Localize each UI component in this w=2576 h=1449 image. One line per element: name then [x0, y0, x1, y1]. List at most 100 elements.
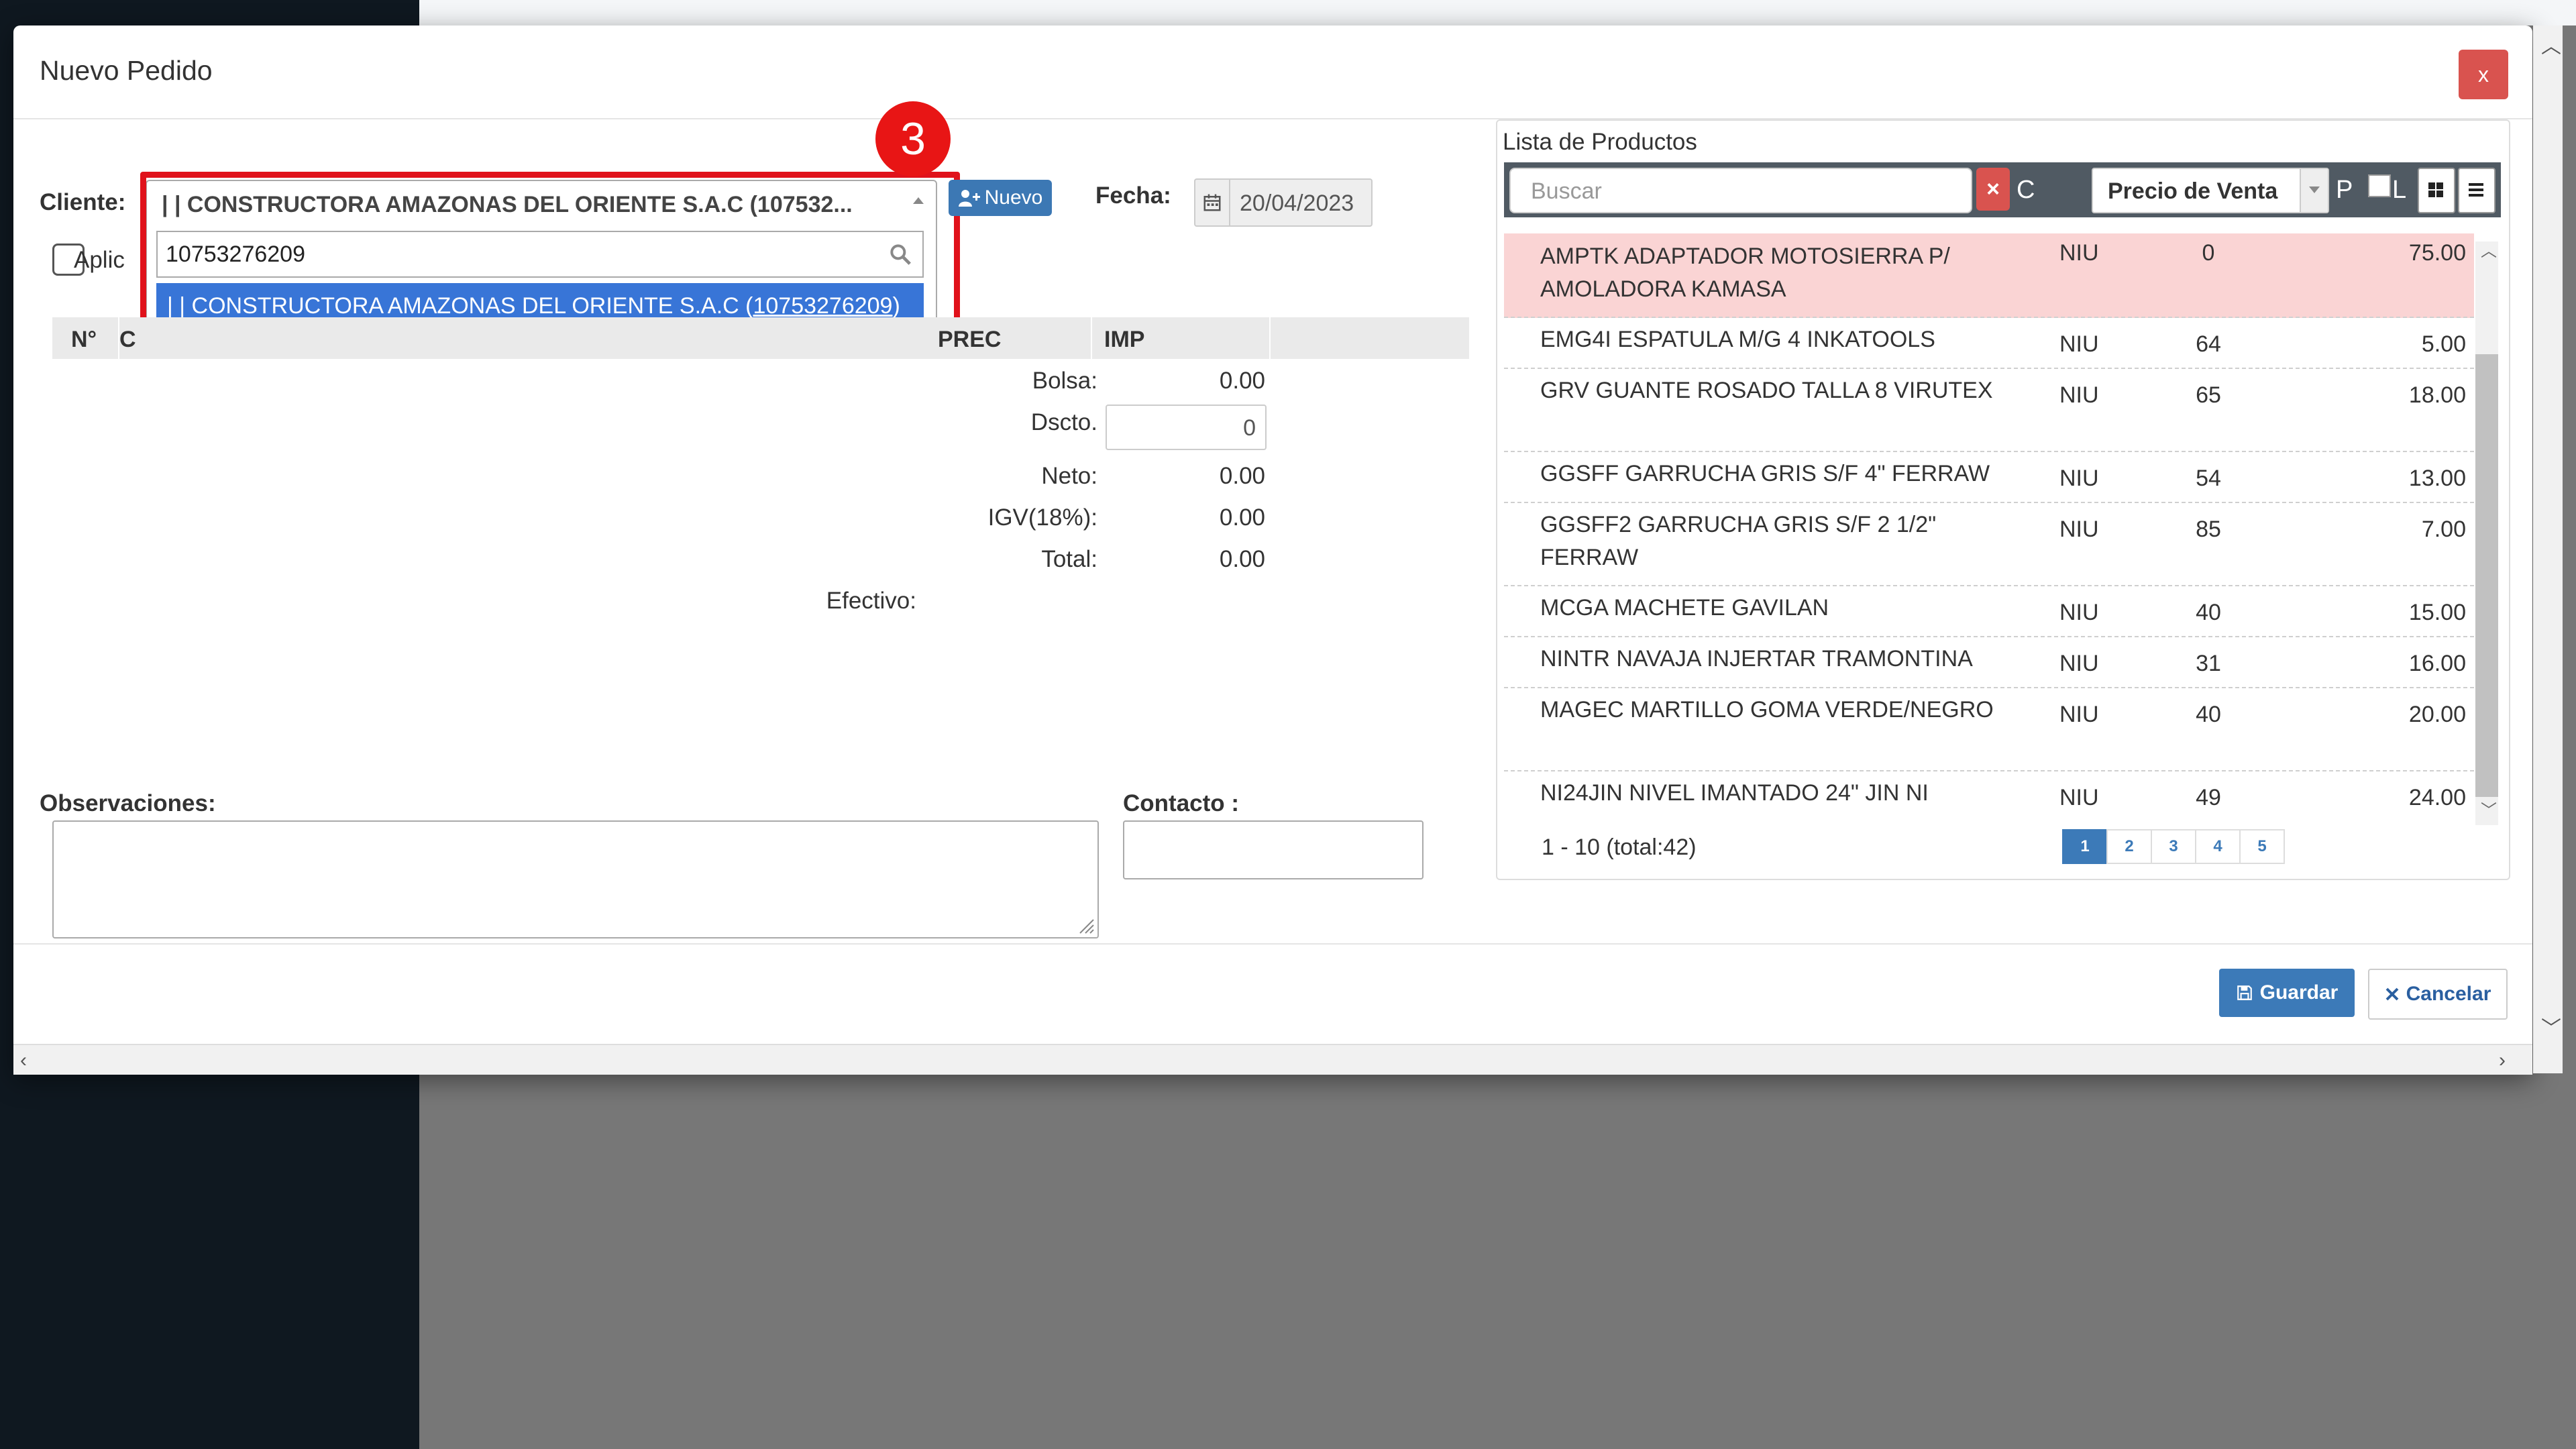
filter-p-label[interactable]: P [2336, 176, 2353, 205]
cancelar-label: Cancelar [2406, 983, 2491, 1005]
page-1-button[interactable]: 1 [2062, 829, 2108, 864]
neto-value: 0.00 [1219, 463, 1265, 489]
scroll-up-icon[interactable]: ︿ [2541, 30, 2561, 59]
observaciones-textarea[interactable] [52, 820, 1099, 938]
product-name: NINTR NAVAJA INJERTAR TRAMONTINA [1540, 646, 1973, 672]
header-prec: PREC [938, 327, 1002, 352]
product-row[interactable]: EMG4I ESPATULA M/G 4 INKATOOLS NIU 64 5.… [1504, 317, 2474, 369]
bolsa-value: 0.00 [1219, 368, 1265, 394]
filter-c-label[interactable]: C [2017, 176, 2035, 205]
product-stock: 31 [2196, 651, 2221, 676]
product-name: MCGA MACHETE GAVILAN [1540, 595, 1829, 621]
guardar-button[interactable]: Guardar [2219, 969, 2355, 1017]
scrollbar-thumb[interactable] [2475, 354, 2498, 797]
add-user-icon [958, 190, 980, 207]
product-name: GGSFF2 GARRUCHA GRIS S/F 2 1/2" FERRAW [1540, 512, 1937, 570]
product-stock: 49 [2196, 785, 2221, 810]
horizontal-scrollbar[interactable]: ‹ › [13, 1044, 2532, 1075]
product-row[interactable]: NINTR NAVAJA INJERTAR TRAMONTINA NIU 31 … [1504, 636, 2474, 688]
header-separator [1269, 317, 1271, 359]
productos-scrollbar[interactable]: ︿ ﹀ [2475, 241, 2498, 825]
scroll-down-icon[interactable]: ﹀ [2481, 803, 2497, 819]
page-2-button[interactable]: 2 [2106, 829, 2152, 864]
product-row[interactable]: NI24JIN NIVEL IMANTADO 24" JIN NI NIU 49… [1504, 770, 2474, 825]
list-icon [2469, 183, 2483, 197]
filter-l-label[interactable]: L [2392, 176, 2406, 205]
toggle-checkbox[interactable] [2368, 174, 2391, 197]
fecha-value: 20/04/2023 [1240, 191, 1354, 216]
cancelar-button[interactable]: Cancelar [2368, 969, 2508, 1020]
product-name: AMPTK ADAPTADOR MOTOSIERRA P/ AMOLADORA … [1540, 244, 1950, 302]
product-stock: 40 [2196, 600, 2221, 625]
product-row[interactable]: AMPTK ADAPTADOR MOTOSIERRA P/ AMOLADORA … [1504, 233, 2474, 318]
clear-search-button[interactable]: × [1976, 168, 2010, 211]
close-button[interactable]: x [2459, 50, 2508, 99]
resize-handle-icon[interactable] [1077, 917, 1095, 934]
efectivo-label: Efectivo: [826, 588, 916, 614]
productos-list: AMPTK ADAPTADOR MOTOSIERRA P/ AMOLADORA … [1504, 233, 2474, 825]
fecha-input[interactable]: 20/04/2023 [1194, 178, 1373, 227]
product-stock: 85 [2196, 517, 2221, 542]
neto-label: Neto: [1041, 463, 1097, 489]
product-row[interactable]: GGSFF2 GARRUCHA GRIS S/F 2 1/2" FERRAW N… [1504, 502, 2474, 586]
product-unit: NIU [2059, 331, 2099, 357]
product-name: EMG4I ESPATULA M/G 4 INKATOOLS [1540, 327, 1935, 352]
dscto-input[interactable]: 0 [1106, 405, 1267, 450]
scroll-down-icon[interactable]: ﹀ [2541, 1012, 2561, 1041]
buscar-placeholder: Buscar [1531, 178, 1602, 204]
product-unit: NIU [2059, 517, 2099, 542]
product-price: 75.00 [2408, 240, 2466, 266]
product-name: GGSFF GARRUCHA GRIS S/F 4" FERRAW [1540, 461, 1990, 486]
scroll-left-icon[interactable]: ‹ [20, 1049, 27, 1072]
scroll-up-icon[interactable]: ︿ [2481, 244, 2497, 260]
header-cant: C [119, 327, 136, 352]
dscto-value: 0 [1243, 415, 1256, 441]
observaciones-label: Observaciones: [40, 790, 216, 816]
product-stock: 0 [2202, 240, 2215, 266]
product-unit: NIU [2059, 240, 2099, 266]
product-unit: NIU [2059, 651, 2099, 676]
grid-view-button[interactable] [2418, 168, 2455, 213]
modal-header: Nuevo Pedido x [13, 25, 2532, 119]
items-table-header: N° C PREC IMP [52, 317, 1469, 359]
product-row[interactable]: GGSFF GARRUCHA GRIS S/F 4" FERRAW NIU 54… [1504, 451, 2474, 503]
precio-select-value: Precio de Venta [2108, 178, 2278, 204]
modal-title: Nuevo Pedido [40, 55, 213, 86]
contacto-input[interactable] [1123, 820, 1424, 879]
grid-icon [2428, 182, 2443, 197]
product-stock: 40 [2196, 702, 2221, 727]
total-value: 0.00 [1219, 546, 1265, 572]
product-price: 16.00 [2408, 651, 2466, 676]
cliente-label: Cliente: [40, 189, 126, 215]
product-name: MAGEC MARTILLO GOMA VERDE/NEGRO [1540, 697, 1994, 722]
page-4-button[interactable]: 4 [2195, 829, 2241, 864]
product-stock: 64 [2196, 331, 2221, 357]
product-unit: NIU [2059, 382, 2099, 408]
page-3-button[interactable]: 3 [2151, 829, 2196, 864]
page-5-button[interactable]: 5 [2239, 829, 2285, 864]
aplicar-label: Aplic [74, 247, 125, 273]
product-price: 15.00 [2408, 600, 2466, 625]
product-unit: NIU [2059, 466, 2099, 491]
buscar-input[interactable]: Buscar [1509, 168, 1972, 213]
nuevo-cliente-button[interactable]: Nuevo [949, 180, 1052, 216]
product-price: 5.00 [2421, 331, 2466, 357]
product-row[interactable]: GRV GUANTE ROSADO TALLA 8 VIRUTEX NIU 65… [1504, 368, 2474, 452]
header-separator [1091, 317, 1092, 359]
nuevo-button-label: Nuevo [984, 186, 1043, 209]
product-price: 18.00 [2408, 382, 2466, 408]
product-price: 7.00 [2421, 517, 2466, 542]
modal-footer-divider [13, 943, 2532, 945]
precio-select[interactable]: Precio de Venta [2092, 168, 2329, 213]
modal-scrollbar[interactable]: ︿ ﹀ [2533, 25, 2563, 1073]
contacto-label: Contacto : [1123, 790, 1240, 816]
product-row[interactable]: MCGA MACHETE GAVILAN NIU 40 15.00 [1504, 585, 2474, 637]
product-unit: NIU [2059, 785, 2099, 810]
product-row[interactable]: MAGEC MARTILLO GOMA VERDE/NEGRO NIU 40 2… [1504, 687, 2474, 771]
scroll-right-icon[interactable]: › [2499, 1049, 2506, 1072]
list-view-button[interactable] [2458, 168, 2496, 213]
close-icon [2385, 987, 2399, 1001]
igv-value: 0.00 [1219, 504, 1265, 531]
save-icon [2237, 985, 2252, 1000]
product-stock: 54 [2196, 466, 2221, 491]
